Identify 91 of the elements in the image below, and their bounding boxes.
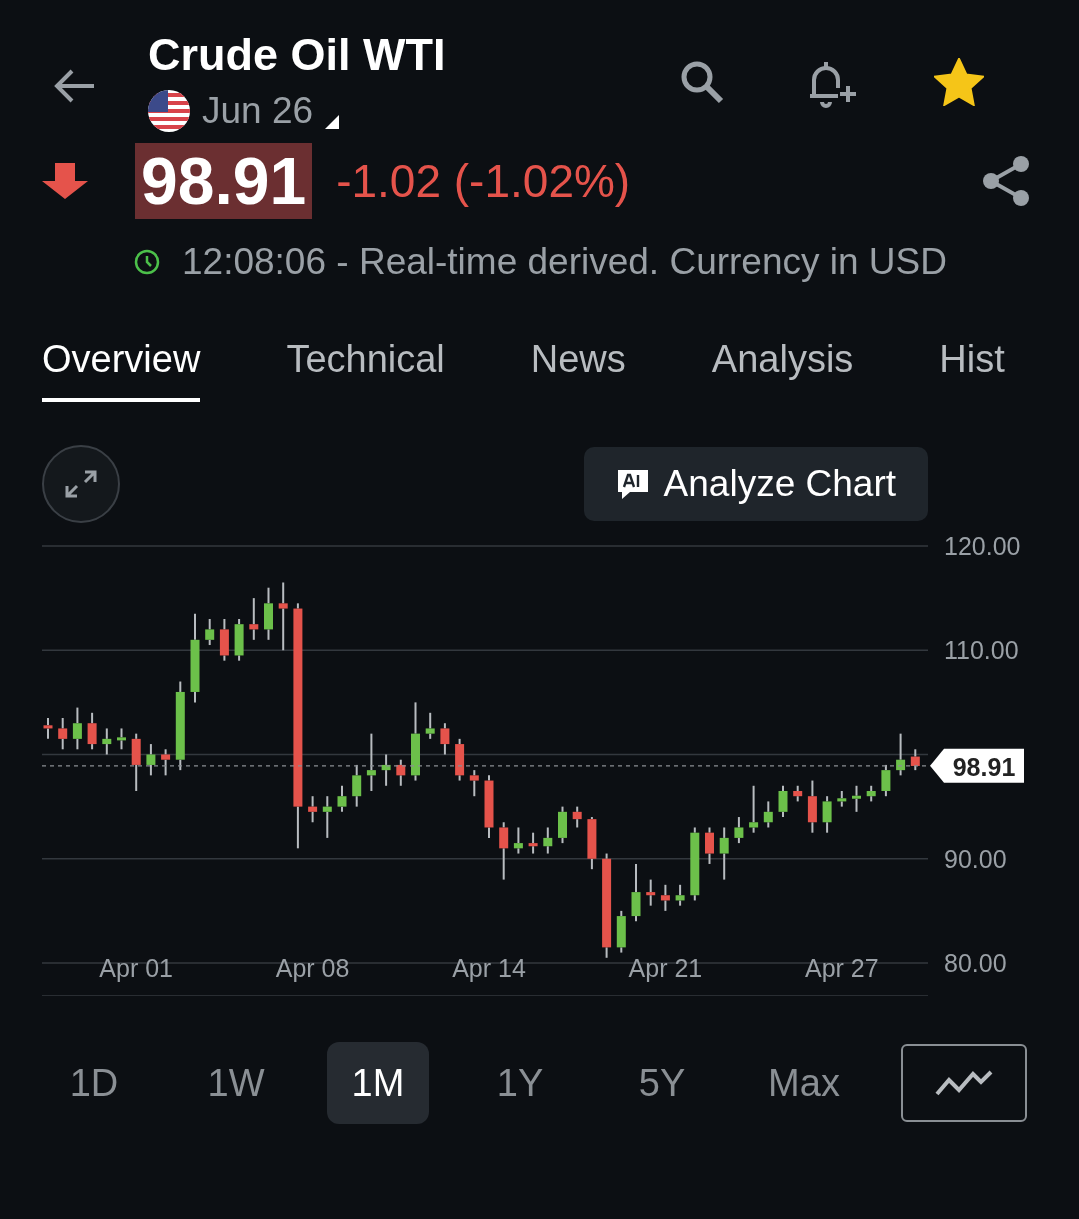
range-button[interactable]: 1Y — [469, 1042, 571, 1124]
line-chart-icon — [934, 1068, 994, 1098]
falling-candle — [455, 737, 465, 782]
ref-line-label: 98.91 — [952, 752, 1016, 781]
rising-candle — [866, 784, 876, 803]
rising-candle — [896, 732, 906, 777]
rising-candle — [337, 784, 347, 813]
rising-candle — [749, 784, 759, 834]
falling-candle — [587, 816, 597, 871]
falling-candle — [43, 717, 53, 740]
tab[interactable]: Overview — [42, 316, 201, 402]
range-button[interactable]: 1W — [185, 1042, 287, 1124]
falling-candle — [58, 717, 68, 751]
rising-candle — [881, 763, 891, 798]
rising-candle — [322, 795, 332, 839]
axis-label: Apr 21 — [628, 954, 703, 982]
rising-candle — [616, 909, 626, 954]
range-button[interactable]: 1M — [327, 1042, 429, 1124]
falling-candle — [572, 805, 582, 829]
analyze-chart-button[interactable]: Analyze Chart — [583, 447, 928, 521]
rising-candle — [146, 743, 156, 777]
rising-candle — [366, 732, 376, 792]
ai-icon — [615, 468, 650, 500]
falling-candle — [396, 758, 406, 787]
axis-label: 110.00 — [944, 636, 1019, 665]
rising-candle — [558, 805, 567, 845]
rising-candle — [631, 862, 641, 923]
flag-icon — [148, 90, 190, 132]
rising-candle — [381, 753, 391, 787]
rising-candle — [734, 816, 744, 845]
axis-label: 120.00 — [944, 536, 1021, 560]
rising-candle — [852, 784, 861, 813]
rising-candle — [264, 586, 273, 641]
quote-status-text: 12:08:06 - Real-time derived. Currency in USD — [182, 241, 947, 283]
rising-candle — [822, 795, 832, 834]
falling-candle — [484, 774, 494, 839]
axis-label: Apr 01 — [99, 954, 174, 982]
falling-candle — [131, 732, 141, 792]
falling-candle — [807, 779, 817, 834]
back-arrow-icon[interactable] — [52, 68, 96, 104]
falling-candle — [499, 821, 509, 881]
rising-candle — [117, 727, 126, 751]
falling-candle — [528, 831, 538, 855]
falling-candle — [910, 748, 920, 772]
current-price-tag: 98.91 — [930, 748, 1024, 783]
rising-candle — [778, 784, 788, 819]
rising-candle — [205, 617, 215, 647]
expand-button[interactable] — [41, 444, 121, 524]
tab[interactable]: Analysis — [711, 316, 854, 402]
falling-candle — [469, 769, 479, 798]
rising-candle — [719, 826, 729, 881]
axis-label: Apr 27 — [804, 954, 879, 982]
rising-candle — [102, 727, 112, 756]
rising-candle — [513, 826, 523, 855]
range-button[interactable]: 5Y — [611, 1042, 713, 1124]
rising-candle — [543, 826, 553, 855]
axis-label: 90.00 — [944, 844, 1007, 873]
falling-candle — [87, 711, 97, 751]
tab[interactable]: News — [530, 316, 626, 402]
axis-label: Apr 08 — [275, 954, 350, 982]
falling-candle — [646, 878, 656, 907]
falling-candle — [660, 883, 670, 912]
falling-candle — [219, 617, 229, 662]
clock-icon — [134, 249, 160, 275]
falling-candle — [249, 597, 259, 641]
rising-candle — [425, 711, 435, 740]
falling-candle — [278, 581, 288, 652]
axis-label: 80.00 — [944, 949, 1007, 977]
last-price: 98.91 — [135, 143, 313, 219]
contract-month[interactable]: Jun 26 — [202, 90, 314, 132]
falling-candle — [308, 795, 318, 824]
tab[interactable]: Technical — [286, 316, 445, 402]
dropdown-caret-icon[interactable] — [325, 115, 340, 129]
range-button[interactable]: Max — [753, 1042, 855, 1124]
rising-candle — [837, 790, 847, 808]
chart-type-button[interactable] — [901, 1044, 1027, 1122]
falling-candle — [161, 748, 171, 777]
falling-candle — [793, 784, 803, 803]
rising-candle — [72, 706, 82, 751]
star-icon[interactable] — [934, 58, 984, 106]
rising-candle — [675, 883, 685, 907]
instrument-title: Crude Oil WTI — [148, 30, 447, 80]
rising-candle — [234, 617, 244, 662]
falling-candle — [705, 826, 714, 865]
rising-candle — [763, 800, 773, 829]
tab[interactable]: Hist — [939, 316, 1005, 402]
range-button[interactable]: 1D — [43, 1042, 145, 1124]
share-icon[interactable] — [981, 154, 1031, 208]
falling-candle — [440, 722, 450, 756]
price-change: -1.02 (-1.02%) — [336, 154, 631, 208]
axis-label: Apr 14 — [452, 954, 526, 982]
